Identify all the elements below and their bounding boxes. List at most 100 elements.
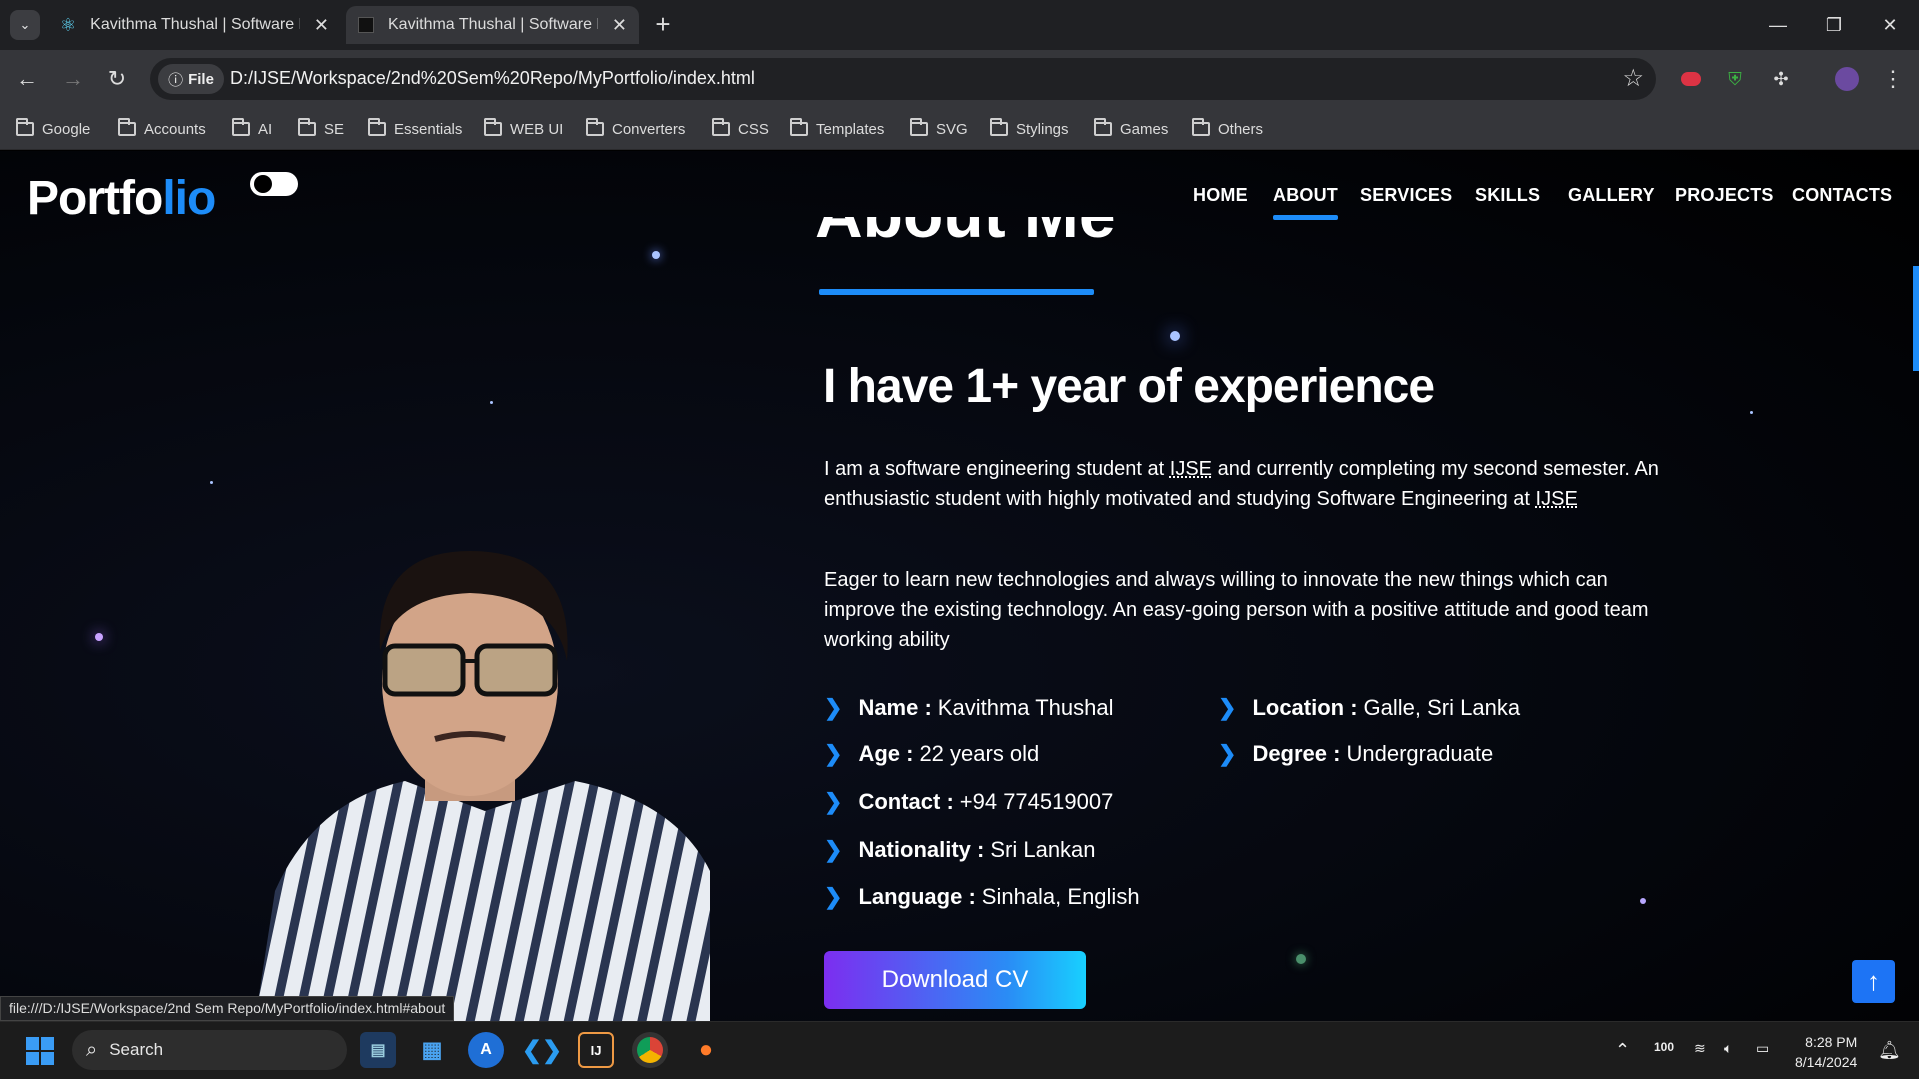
back-to-top-button[interactable]: ↑ (1852, 960, 1895, 1003)
tray-chevron-up-icon[interactable]: ⌃ (1615, 1040, 1630, 1061)
folder-icon (1192, 118, 1210, 136)
nav-skills[interactable]: SKILLS (1475, 185, 1540, 206)
theme-toggle[interactable] (250, 172, 298, 196)
site-favicon-icon (358, 17, 374, 33)
info-nationality: ❯ Nationality : Sri Lankan (824, 837, 1096, 863)
volume-icon[interactable]: 🔈︎ (1724, 1040, 1732, 1057)
close-tab-icon[interactable]: ✕ (314, 15, 329, 36)
profile-photo (255, 551, 710, 1021)
app-store-icon[interactable]: A (468, 1032, 504, 1068)
nav-about[interactable]: ABOUT (1273, 185, 1338, 220)
bookmark-templates[interactable]: Templates (790, 116, 884, 142)
tab-search-chevron-icon[interactable]: ⌄ (10, 10, 40, 40)
chevron-right-icon: ❯ (824, 695, 843, 720)
star-decoration (95, 633, 103, 641)
bookmark-games[interactable]: Games (1094, 116, 1168, 142)
taskbar-search[interactable]: ⌕ Search (72, 1030, 347, 1070)
ijse-abbr: IJSE (1535, 488, 1578, 510)
notepad-icon[interactable]: ▦ (414, 1032, 450, 1068)
info-language: ❯ Language : Sinhala, English (824, 884, 1140, 910)
bookmark-stylings[interactable]: Stylings (990, 116, 1069, 142)
bookmark-web-ui[interactable]: WEB UI (484, 116, 563, 142)
scrollbar-thumb[interactable] (1913, 266, 1919, 371)
bookmark-css[interactable]: CSS (712, 116, 769, 142)
bookmark-essentials[interactable]: Essentials (368, 116, 462, 142)
bookmark-others[interactable]: Others (1192, 116, 1263, 142)
bookmark-label: Converters (612, 120, 686, 138)
taskbar-clock[interactable]: 8:28 PM 8/14/2024 (1795, 1032, 1857, 1072)
info-value: 22 years old (919, 741, 1040, 766)
arrow-up-icon: ↑ (1867, 966, 1880, 996)
logo-main-text: Portfo (27, 172, 163, 225)
minimize-icon[interactable]: — (1750, 0, 1806, 50)
tab-title: Kavithma Thushal | Software En (90, 16, 301, 33)
bookmark-svg[interactable]: SVG (910, 116, 968, 142)
star-decoration (1640, 898, 1646, 904)
close-tab-icon[interactable]: ✕ (612, 15, 627, 36)
extensions-puzzle-icon[interactable]: ✣ (1762, 60, 1800, 98)
bookmark-label: AI (258, 120, 273, 138)
info-value: Sinhala, English (981, 884, 1140, 909)
firefox-icon[interactable]: ● (688, 1032, 724, 1068)
vscode-icon[interactable]: ❮❯ (522, 1032, 562, 1068)
bookmark-star-icon[interactable]: ☆ (1622, 64, 1644, 93)
nav-services[interactable]: SERVICES (1360, 185, 1452, 206)
nav-projects[interactable]: PROJECTS (1675, 185, 1774, 206)
clock-date: 8/14/2024 (1795, 1054, 1858, 1070)
chevron-right-icon: ❯ (1218, 695, 1237, 720)
star-decoration (1750, 411, 1753, 414)
wifi-icon[interactable]: ≋ (1694, 1040, 1706, 1057)
notification-bell-icon[interactable]: 🔔︎ (1878, 1040, 1901, 1061)
bookmark-ai[interactable]: AI (232, 116, 272, 142)
shield-icon[interactable]: ⛨ (1716, 60, 1754, 98)
intellij-icon[interactable]: IJ (578, 1032, 614, 1068)
windows-start-icon[interactable] (26, 1037, 54, 1065)
bookmark-label: Others (1218, 120, 1264, 138)
bookmark-se[interactable]: SE (298, 116, 344, 142)
bookmark-label: Templates (816, 120, 885, 138)
info-label: Age : (858, 741, 914, 766)
nav-contacts[interactable]: CONTACTS (1792, 185, 1892, 206)
info-label: Location : (1252, 695, 1358, 720)
new-tab-button[interactable]: + (648, 10, 678, 40)
folder-icon (910, 118, 928, 136)
download-cv-button[interactable]: Download CV (824, 951, 1086, 1009)
profile-avatar[interactable] (1828, 60, 1866, 98)
browser-tab-1[interactable]: ⚛ Kavithma Thushal | Software En ✕ (48, 6, 341, 44)
extension-eyes-icon[interactable] (1672, 60, 1710, 98)
restore-icon[interactable]: ❐ (1806, 0, 1862, 50)
bookmark-accounts[interactable]: Accounts (118, 116, 206, 142)
close-window-icon[interactable]: ✕ (1862, 0, 1918, 50)
folder-icon (712, 118, 730, 136)
info-icon: ⓘ (168, 71, 184, 89)
star-decoration (1170, 331, 1180, 341)
bookmark-converters[interactable]: Converters (586, 116, 685, 142)
photos-app-icon[interactable]: ▤ (360, 1032, 396, 1068)
browser-tab-2[interactable]: Kavithma Thushal | Software En ✕ (346, 6, 639, 44)
nav-gallery[interactable]: GALLERY (1568, 185, 1655, 206)
info-degree: ❯ Degree : Undergraduate (1218, 741, 1493, 767)
search-placeholder: Search (109, 1040, 164, 1059)
site-logo[interactable]: Portfolio (27, 171, 216, 226)
address-bar[interactable]: ⓘ File D:/IJSE/Workspace/2nd%20Sem%20Repo… (150, 58, 1656, 100)
info-value: Undergraduate (1346, 741, 1494, 766)
menu-kebab-icon[interactable]: ⋮ (1874, 60, 1912, 98)
forward-icon[interactable]: → (54, 60, 92, 98)
title-underline (819, 289, 1094, 295)
bookmark-label: WEB UI (510, 120, 564, 138)
clock-time: 8:28 PM (1805, 1034, 1858, 1050)
battery-icon[interactable]: ▭ (1756, 1040, 1769, 1057)
chrome-icon[interactable] (632, 1032, 668, 1068)
chevron-right-icon: ❯ (824, 789, 843, 814)
back-icon[interactable]: ← (8, 60, 46, 98)
reload-icon[interactable]: ↻ (98, 60, 136, 98)
info-label: Degree : (1252, 741, 1341, 766)
bookmark-google[interactable]: Google (16, 116, 90, 142)
url-text[interactable]: D:/IJSE/Workspace/2nd%20Sem%20Repo/MyPor… (230, 68, 755, 89)
section-title: About Me (815, 177, 1116, 251)
site-info-chip[interactable]: ⓘ File (158, 64, 224, 94)
info-value: Galle, Sri Lanka (1363, 695, 1521, 720)
page-viewport: Portfolio HOME ABOUT SERVICES SKILLS GAL… (0, 151, 1919, 1021)
info-value: Kavithma Thushal (937, 695, 1114, 720)
nav-home[interactable]: HOME (1193, 185, 1248, 206)
